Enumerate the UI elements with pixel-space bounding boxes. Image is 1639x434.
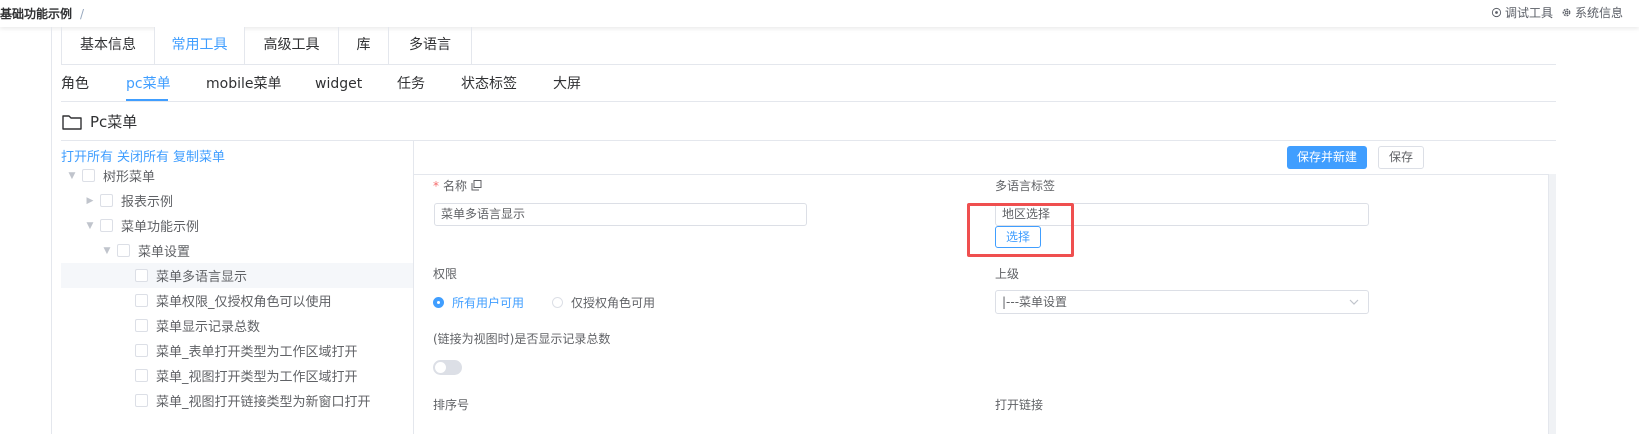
tree-node[interactable]: 菜单_视图打开类型为工作区域打开 — [131, 363, 413, 388]
sort-label: 排序号 — [433, 398, 470, 412]
breadcrumb-item[interactable]: 基础功能示例 — [0, 7, 72, 21]
chevron-down-icon — [1349, 299, 1359, 305]
tab-multilanguage[interactable]: 多语言 — [389, 27, 471, 64]
breadcrumb: 基础功能示例 / — [0, 5, 84, 22]
save-button[interactable]: 保存 — [1378, 146, 1424, 169]
tree-node-label: 树形菜单 — [103, 170, 156, 185]
tab-roles[interactable]: 角色 — [61, 74, 89, 94]
tab-advanced-tools[interactable]: 高级工具 — [245, 27, 339, 64]
tab-common-tools[interactable]: 常用工具 — [155, 27, 245, 64]
debug-tools-label: 调试工具 — [1504, 6, 1553, 20]
permission-label: 权限 — [433, 267, 458, 281]
save-and-new-button[interactable]: 保存并新建 — [1287, 146, 1367, 169]
debug-tools-link[interactable]: 调试工具 — [1491, 4, 1553, 21]
panel-divider — [413, 141, 414, 434]
tree-node[interactable]: ▼ 菜单功能示例 — [84, 213, 413, 238]
radio-all-users[interactable] — [433, 297, 444, 308]
caret-down-icon[interactable]: ▼ — [66, 171, 78, 181]
folder-icon — [62, 114, 82, 130]
name-label-text: 名称 — [443, 179, 468, 193]
tree-node[interactable]: 菜单_表单打开类型为工作区域打开 — [131, 338, 413, 363]
section-divider — [61, 140, 1556, 141]
show-count-switch[interactable] — [433, 360, 462, 375]
tree-node-label: 报表示例 — [121, 195, 174, 210]
breadcrumb-separator: / — [80, 7, 85, 21]
top-right-tools: 调试工具 系统信息 — [1491, 4, 1623, 21]
tree-node-label: 菜单功能示例 — [121, 220, 200, 235]
section-header: Pc菜单 — [62, 111, 137, 132]
tab-basic-info[interactable]: 基本信息 — [62, 27, 155, 64]
tab-library[interactable]: 库 — [339, 27, 389, 64]
tab-status-labels[interactable]: 状态标签 — [461, 74, 517, 94]
parent-select[interactable]: |---菜单设置 — [995, 290, 1369, 314]
tab-widget[interactable]: widget — [315, 74, 362, 94]
caret-down-icon[interactable]: ▼ — [84, 221, 96, 231]
tree-checkbox[interactable] — [135, 344, 148, 357]
tree-checkbox[interactable] — [135, 269, 148, 282]
system-info-link[interactable]: 系统信息 — [1561, 4, 1623, 21]
system-info-label: 系统信息 — [1574, 6, 1623, 20]
tree-checkbox[interactable] — [135, 294, 148, 307]
tree-node-label: 菜单权限_仅授权角色可以使用 — [156, 295, 332, 310]
permission-radio-group: 所有用户可用 仅授权角色可用 — [433, 294, 655, 311]
form-scrollbar[interactable] — [1548, 174, 1556, 434]
tree-node[interactable]: ▼ 树形菜单 — [66, 163, 413, 188]
tree-checkbox[interactable] — [117, 244, 130, 257]
parent-select-value: |---菜单设置 — [1002, 295, 1068, 309]
i18n-label: 多语言标签 — [995, 179, 1056, 193]
show-count-label: (链接为视图时)是否显示记录总数 — [433, 332, 611, 346]
form-toolbar-divider — [414, 174, 1548, 175]
tree-checkbox[interactable] — [135, 319, 148, 332]
tree-node-label: 菜单设置 — [138, 245, 191, 260]
tree-checkbox[interactable] — [135, 394, 148, 407]
tree-checkbox[interactable] — [135, 369, 148, 382]
parent-label: 上级 — [995, 267, 1020, 281]
top-bar: 基础功能示例 / 调试工具 系统信息 — [0, 0, 1639, 27]
tree-node-label: 菜单_视图打开链接类型为新窗口打开 — [156, 395, 371, 410]
tree-node[interactable]: ▶ 报表示例 — [84, 188, 413, 213]
tree-checkbox[interactable] — [100, 219, 113, 232]
gear-icon — [1562, 8, 1571, 17]
tree-node[interactable]: 菜单_视图打开链接类型为新窗口打开 — [131, 388, 413, 413]
radio-all-users-label[interactable]: 所有用户可用 — [452, 294, 524, 311]
name-field-label: * 名称 — [433, 177, 482, 194]
sub-tabs-divider — [61, 101, 1556, 102]
tree-checkbox[interactable] — [100, 194, 113, 207]
tree-node-label: 菜单_视图打开类型为工作区域打开 — [156, 370, 358, 385]
tab-tasks[interactable]: 任务 — [397, 74, 425, 94]
caret-right-icon[interactable]: ▶ — [84, 196, 96, 206]
caret-down-icon[interactable]: ▼ — [101, 246, 113, 256]
tab-mobile-menu[interactable]: mobile菜单 — [206, 74, 281, 94]
name-input[interactable]: 菜单多语言显示 — [434, 203, 807, 226]
main-tabs: 基本信息 常用工具 高级工具 库 多语言 — [61, 27, 472, 65]
tree-node[interactable]: ▼ 菜单设置 — [101, 238, 413, 263]
tab-pc-menu[interactable]: pc菜单 — [126, 74, 171, 94]
radio-authorized-roles[interactable] — [552, 297, 564, 308]
tree-node-selected[interactable]: 菜单多语言显示 — [61, 263, 413, 288]
tree-checkbox[interactable] — [82, 169, 95, 182]
tree-node-label: 菜单多语言显示 — [156, 270, 248, 285]
main-tabs-divider — [61, 64, 1556, 65]
open-link-label: 打开链接 — [995, 398, 1044, 412]
required-marker: * — [433, 178, 439, 193]
bug-icon — [1491, 7, 1502, 18]
radio-authorized-roles-label[interactable]: 仅授权角色可用 — [571, 294, 655, 311]
tree-node[interactable]: 菜单权限_仅授权角色可以使用 — [131, 288, 413, 313]
tree-node[interactable]: 菜单显示记录总数 — [131, 313, 413, 338]
left-gutter-divider — [51, 27, 52, 434]
tree-node-label: 菜单显示记录总数 — [156, 320, 261, 335]
tree-node-label: 菜单_表单打开类型为工作区域打开 — [156, 345, 358, 360]
copy-icon[interactable] — [471, 180, 482, 191]
highlight-box — [967, 203, 1074, 257]
tab-big-screen[interactable]: 大屏 — [553, 74, 581, 94]
section-title: Pc菜单 — [90, 113, 138, 131]
